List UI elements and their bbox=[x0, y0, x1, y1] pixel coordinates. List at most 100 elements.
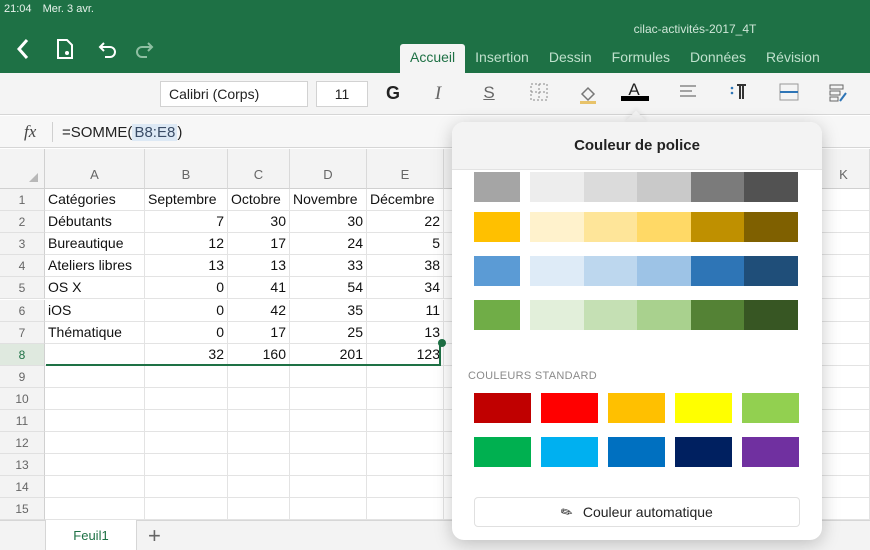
automatic-color-button[interactable]: ✎ Couleur automatique bbox=[474, 497, 800, 527]
theme-shade-swatch[interactable] bbox=[530, 172, 584, 202]
theme-shade-swatch[interactable] bbox=[744, 300, 798, 330]
cell-a2[interactable]: Débutants bbox=[45, 211, 145, 234]
row-header-12[interactable]: 12 bbox=[0, 432, 45, 455]
cell-d5[interactable]: 54 bbox=[290, 277, 367, 300]
cell-a4[interactable]: Ateliers libres bbox=[45, 255, 145, 278]
cell-b13[interactable] bbox=[145, 454, 228, 477]
cell-e1[interactable]: Décembre bbox=[367, 189, 444, 211]
cell-c13[interactable] bbox=[228, 454, 290, 477]
cell-d12[interactable] bbox=[290, 432, 367, 455]
cell-d10[interactable] bbox=[290, 387, 367, 410]
cell-c12[interactable] bbox=[228, 432, 290, 455]
theme-shade-swatch[interactable] bbox=[637, 172, 691, 202]
cell-c6[interactable]: 42 bbox=[228, 299, 290, 322]
cell-k3[interactable] bbox=[818, 233, 870, 256]
cell-b5[interactable]: 0 bbox=[145, 277, 228, 300]
row-header-7[interactable]: 7 bbox=[0, 321, 45, 344]
theme-shade-swatch[interactable] bbox=[530, 256, 584, 286]
row-header-11[interactable]: 11 bbox=[0, 410, 45, 432]
wrap-text-icon[interactable] bbox=[727, 83, 751, 106]
cell-k5[interactable] bbox=[818, 277, 870, 300]
cell-k1[interactable] bbox=[818, 189, 870, 211]
theme-shade-swatch[interactable] bbox=[690, 256, 745, 286]
sheet-tab-feuil1[interactable]: Feuil1 bbox=[45, 520, 137, 550]
cell-k14[interactable] bbox=[818, 476, 870, 499]
back-icon[interactable] bbox=[16, 38, 30, 65]
theme-shade-swatch[interactable] bbox=[637, 300, 691, 330]
row-header-3[interactable]: 3 bbox=[0, 233, 45, 256]
cell-k6[interactable] bbox=[818, 299, 870, 322]
theme-shade-swatch[interactable] bbox=[744, 212, 798, 242]
tab-insertion[interactable]: Insertion bbox=[465, 44, 539, 73]
theme-shade-swatch[interactable] bbox=[637, 256, 691, 286]
cell-e6[interactable]: 11 bbox=[367, 299, 444, 322]
cell-b9[interactable] bbox=[145, 365, 228, 388]
cell-a9[interactable] bbox=[45, 365, 145, 388]
theme-shade-swatch[interactable] bbox=[690, 172, 745, 202]
row-header-10[interactable]: 10 bbox=[0, 387, 45, 410]
cell-d1[interactable]: Novembre bbox=[290, 189, 367, 211]
cell-a1[interactable]: Catégories bbox=[45, 189, 145, 211]
cell-e11[interactable] bbox=[367, 410, 444, 432]
cell-a10[interactable] bbox=[45, 387, 145, 410]
theme-shade-swatch[interactable] bbox=[690, 300, 745, 330]
column-header-c[interactable]: C bbox=[228, 149, 290, 189]
cell-a11[interactable] bbox=[45, 410, 145, 432]
cell-a3[interactable]: Bureautique bbox=[45, 233, 145, 256]
cell-k8[interactable] bbox=[818, 343, 870, 366]
cell-d3[interactable]: 24 bbox=[290, 233, 367, 256]
standard-color-swatch[interactable] bbox=[742, 393, 799, 423]
theme-shade-swatch[interactable] bbox=[744, 256, 798, 286]
cell-d9[interactable] bbox=[290, 365, 367, 388]
theme-shade-swatch[interactable] bbox=[530, 212, 584, 242]
cell-c15[interactable] bbox=[228, 498, 290, 521]
cell-k9[interactable] bbox=[818, 365, 870, 388]
cell-d15[interactable] bbox=[290, 498, 367, 521]
theme-shade-swatch[interactable] bbox=[530, 300, 584, 330]
cell-a5[interactable]: OS X bbox=[45, 277, 145, 300]
cell-k4[interactable] bbox=[818, 255, 870, 278]
cell-b10[interactable] bbox=[145, 387, 228, 410]
align-icon[interactable] bbox=[676, 83, 700, 104]
cell-e5[interactable]: 34 bbox=[367, 277, 444, 300]
standard-color-swatch[interactable] bbox=[675, 393, 732, 423]
cell-d13[interactable] bbox=[290, 454, 367, 477]
cell-c9[interactable] bbox=[228, 365, 290, 388]
cell-e7[interactable]: 13 bbox=[367, 321, 444, 344]
row-header-5[interactable]: 5 bbox=[0, 277, 45, 300]
standard-color-swatch[interactable] bbox=[474, 393, 531, 423]
theme-color-swatch[interactable] bbox=[474, 256, 520, 286]
strikethrough-button[interactable]: S bbox=[477, 83, 501, 103]
theme-shade-swatch[interactable] bbox=[583, 172, 638, 202]
cell-e4[interactable]: 38 bbox=[367, 255, 444, 278]
tab-dessin[interactable]: Dessin bbox=[539, 44, 602, 73]
standard-color-swatch[interactable] bbox=[541, 393, 598, 423]
standard-color-swatch[interactable] bbox=[675, 437, 732, 467]
standard-color-swatch[interactable] bbox=[608, 437, 665, 467]
theme-shade-swatch[interactable] bbox=[637, 212, 691, 242]
cell-d2[interactable]: 30 bbox=[290, 211, 367, 234]
cell-c3[interactable]: 17 bbox=[228, 233, 290, 256]
cell-e2[interactable]: 22 bbox=[367, 211, 444, 234]
cell-k10[interactable] bbox=[818, 387, 870, 410]
font-name-field[interactable]: Calibri (Corps) bbox=[160, 81, 308, 107]
standard-color-swatch[interactable] bbox=[742, 437, 799, 467]
cell-c4[interactable]: 13 bbox=[228, 255, 290, 278]
cell-a14[interactable] bbox=[45, 476, 145, 499]
cell-d14[interactable] bbox=[290, 476, 367, 499]
theme-color-swatch[interactable] bbox=[474, 172, 520, 202]
row-header-4[interactable]: 4 bbox=[0, 255, 45, 278]
cell-c10[interactable] bbox=[228, 387, 290, 410]
column-header-a[interactable]: A bbox=[45, 149, 145, 189]
row-header-15[interactable]: 15 bbox=[0, 498, 45, 521]
theme-color-swatch[interactable] bbox=[474, 212, 520, 242]
cell-a15[interactable] bbox=[45, 498, 145, 521]
tab-formules[interactable]: Formules bbox=[602, 44, 680, 73]
format-cells-icon[interactable] bbox=[826, 83, 850, 108]
borders-icon[interactable] bbox=[527, 83, 551, 106]
row-header-8[interactable]: 8 bbox=[0, 343, 45, 366]
selection-handle[interactable] bbox=[438, 338, 446, 347]
theme-shade-swatch[interactable] bbox=[744, 172, 798, 202]
column-header-d[interactable]: D bbox=[290, 149, 367, 189]
column-header-e[interactable]: E bbox=[367, 149, 444, 189]
